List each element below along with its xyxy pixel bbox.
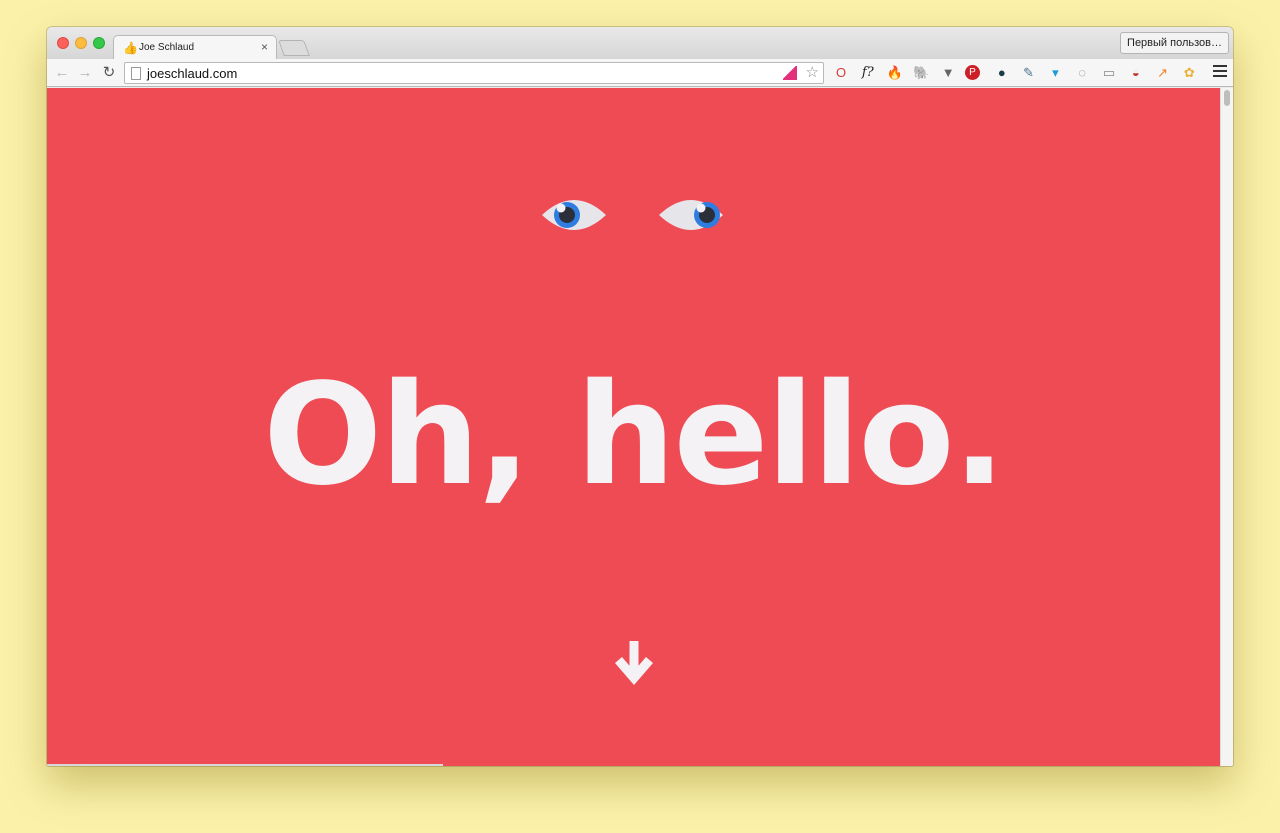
opera-o-icon[interactable]: O xyxy=(831,63,851,83)
refresh-ext-icon[interactable]: ◌ xyxy=(1072,63,1092,83)
hero-headline: Oh, hello. xyxy=(263,354,1006,517)
pocket-icon[interactable]: ▼ xyxy=(938,63,958,83)
window-maximize-button[interactable] xyxy=(93,37,105,49)
gem-icon[interactable]: ▾ xyxy=(1045,63,1065,83)
browser-window: 👍 Joe Schlaud × Первый пользов… ← → ↻ jo… xyxy=(47,27,1233,766)
lens-icon[interactable]: ● xyxy=(992,63,1012,83)
url-text[interactable]: joeschlaud.com xyxy=(147,66,237,81)
vertical-scrollbar[interactable] xyxy=(1220,88,1233,766)
page-viewport: Oh, hello. xyxy=(47,88,1220,766)
scroll-down-arrow-icon[interactable] xyxy=(613,641,655,687)
pinterest-icon[interactable]: P xyxy=(964,65,980,80)
whatfont-icon[interactable]: f? xyxy=(858,63,878,83)
thumbs-up-icon: 👍 xyxy=(123,41,138,55)
new-tab-button[interactable] xyxy=(278,40,310,56)
progress-line xyxy=(47,764,443,766)
extension-bar: Of? 🔥 🐘 ▼ P ● ✎ ▾ ◌ ▭ ◒ ↗ ✿ xyxy=(831,63,1206,83)
address-bar[interactable]: joeschlaud.com ☆ xyxy=(124,62,824,84)
window-minimize-button[interactable] xyxy=(75,37,87,49)
toolbar: ← → ↻ joeschlaud.com ☆ Of? 🔥 🐘 ▼ P ● ✎ ▾ ◌ ▭ ◒ ↗ ✿ xyxy=(47,59,1233,87)
tab-title: Joe Schlaud xyxy=(139,42,195,53)
tab-strip: 👍 Joe Schlaud × Первый пользов… xyxy=(47,27,1233,60)
eyedropper-icon[interactable]: ✎ xyxy=(1019,63,1039,83)
page-icon xyxy=(131,67,141,80)
window-close-button[interactable] xyxy=(57,37,69,49)
back-arrow-icon[interactable]: ← xyxy=(52,63,72,83)
tab-joe-schlaud[interactable]: 👍 Joe Schlaud × xyxy=(113,35,277,60)
bowl-icon[interactable]: ◒ xyxy=(1126,63,1146,83)
close-icon[interactable]: × xyxy=(261,40,268,54)
evernote-icon[interactable]: 🐘 xyxy=(911,63,931,83)
right-eye-icon xyxy=(659,200,723,230)
puzzle-ext-icon[interactable]: ✿ xyxy=(1179,63,1199,83)
firebug-icon[interactable]: 🔥 xyxy=(885,63,905,83)
forward-arrow-icon[interactable]: → xyxy=(75,63,95,83)
reader-icon[interactable]: ▭ xyxy=(1099,63,1119,83)
profile-button[interactable]: Первый пользов… xyxy=(1120,32,1229,54)
scrollbar-thumb[interactable] xyxy=(1224,90,1230,106)
stairs-extension-icon[interactable] xyxy=(783,66,797,80)
reload-icon[interactable]: ↻ xyxy=(99,63,119,83)
left-eye-icon xyxy=(542,200,606,230)
hamburger-menu-icon[interactable] xyxy=(1213,65,1227,77)
bookmark-star-icon[interactable]: ☆ xyxy=(806,64,819,82)
chart-ext-icon[interactable]: ↗ xyxy=(1153,63,1173,83)
